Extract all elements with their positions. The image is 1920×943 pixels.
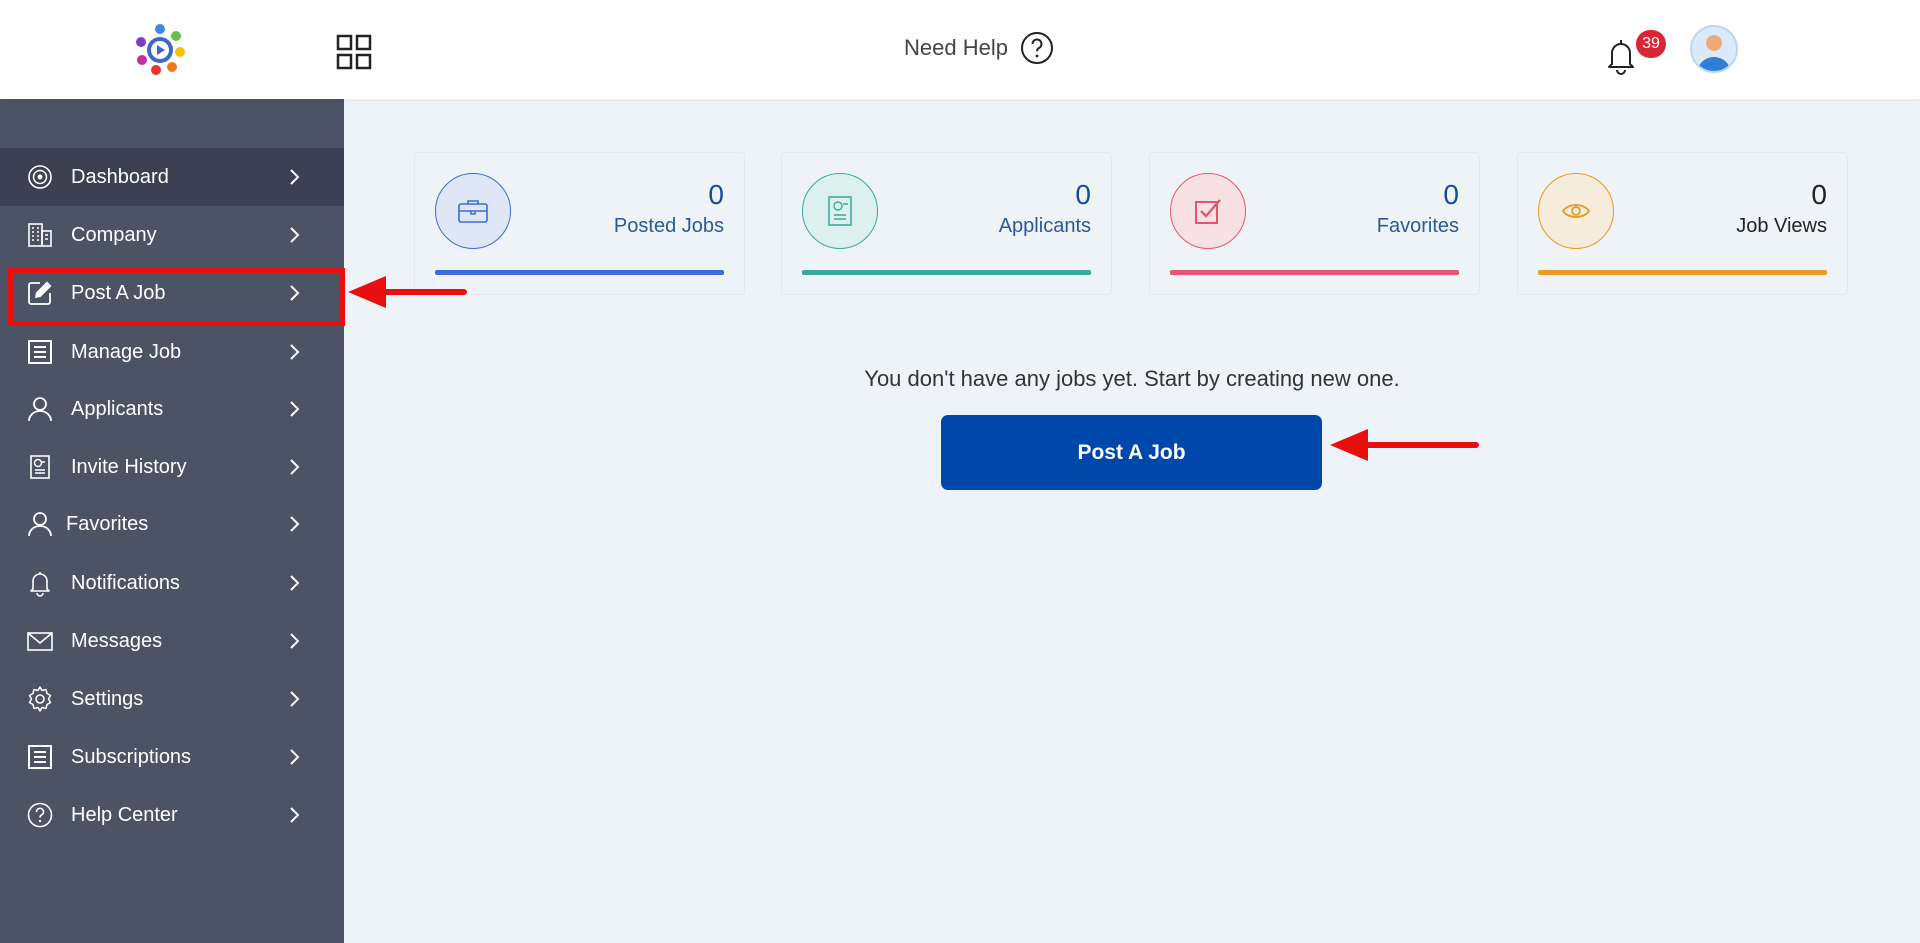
sidebar-item-dashboard[interactable]: Dashboard <box>0 148 344 206</box>
stat-color-bar <box>435 270 724 275</box>
need-help-link[interactable]: Need Help <box>904 30 1054 66</box>
post-a-job-button[interactable]: Post A Job <box>941 415 1322 490</box>
sidebar-item-label: Manage Job <box>71 340 182 363</box>
stat-icon-circle <box>802 173 878 249</box>
top-header: Need Help 39 <box>0 0 1920 99</box>
stat-card-favorites[interactable]: 0 Favorites <box>1149 152 1480 295</box>
mail-icon <box>27 632 53 651</box>
sidebar-item-favorites[interactable]: Favorites <box>0 495 344 553</box>
annotation-arrow-button <box>1330 429 1479 461</box>
empty-state-message: You don't have any jobs yet. Start by cr… <box>864 366 1400 391</box>
chevron-right-icon <box>290 749 300 765</box>
chevron-right-icon <box>290 633 300 649</box>
sidebar-item-help-center[interactable]: Help Center <box>0 786 344 844</box>
sidebar-item-label: Post A Job <box>71 281 166 304</box>
sidebar-item-subscriptions[interactable]: Subscriptions <box>0 728 344 786</box>
sidebar-item-post-a-job[interactable]: Post A Job <box>0 264 344 322</box>
chevron-right-icon <box>290 691 300 707</box>
stat-card-applicants[interactable]: 0 Applicants <box>781 152 1112 295</box>
sidebar-item-label: Subscriptions <box>71 745 192 768</box>
notification-bell-icon[interactable] <box>1604 36 1638 76</box>
sidebar-item-company[interactable]: Company <box>0 206 344 264</box>
sidebar-item-label: Company <box>71 223 157 246</box>
need-help-label: Need Help <box>904 35 1008 60</box>
sidebar-item-label: Dashboard <box>71 165 169 188</box>
sidebar-item-invite-history[interactable]: Invite History <box>0 438 344 496</box>
stat-value: 0 <box>1811 179 1827 210</box>
briefcase-icon <box>458 200 488 223</box>
resume-icon <box>828 196 852 226</box>
chevron-right-icon <box>290 516 300 532</box>
stat-icon-circle <box>1538 173 1614 249</box>
stat-value: 0 <box>1075 179 1091 210</box>
sidebar-item-label: Invite History <box>71 455 187 478</box>
list-icon <box>28 340 52 364</box>
sidebar-item-label: Messages <box>71 629 163 652</box>
stat-card-job-views[interactable]: 0 Job Views <box>1517 152 1848 295</box>
sidebar-item-manage-job[interactable]: Manage Job <box>0 323 344 381</box>
building-icon <box>28 223 52 247</box>
apps-grid-icon[interactable] <box>336 34 372 70</box>
chevron-right-icon <box>290 344 300 360</box>
sidebar-item-settings[interactable]: Settings <box>0 670 344 728</box>
notification-count-badge: 39 <box>1636 30 1666 58</box>
stat-label: Favorites <box>1376 215 1459 237</box>
sidebar-item-label: Settings <box>71 687 144 710</box>
chevron-right-icon <box>290 169 300 185</box>
bell-icon <box>30 572 50 597</box>
stat-color-bar <box>1170 270 1459 275</box>
sidebar-item-label: Notifications <box>71 571 180 594</box>
sidebar-item-notifications[interactable]: Notifications <box>0 554 344 612</box>
chevron-right-icon <box>290 227 300 243</box>
stat-value: 0 <box>1443 179 1459 210</box>
question-circle-icon <box>1020 32 1053 64</box>
chevron-right-icon <box>290 807 300 823</box>
stat-label: Posted Jobs <box>613 215 724 237</box>
logo-icon[interactable] <box>134 22 186 76</box>
chevron-right-icon <box>290 401 300 417</box>
question-icon <box>27 802 53 828</box>
stat-label: Applicants <box>998 215 1091 237</box>
edit-icon <box>28 281 52 305</box>
user-avatar[interactable] <box>1690 25 1738 73</box>
stat-icon-circle <box>435 173 511 249</box>
gear-icon <box>28 686 52 712</box>
sidebar: Dashboard Company Post A Job Manage Job … <box>0 99 344 943</box>
eye-icon <box>1561 204 1591 218</box>
checkbox-icon <box>1195 199 1221 224</box>
user-icon <box>28 397 52 422</box>
avatar-person-icon <box>1698 35 1730 71</box>
stat-value: 0 <box>708 179 724 210</box>
list-icon <box>28 745 52 769</box>
stat-color-bar <box>1538 270 1827 275</box>
dashboard-icon <box>28 165 52 189</box>
chevron-right-icon <box>290 285 300 301</box>
stat-card-posted-jobs[interactable]: 0 Posted Jobs <box>414 152 745 295</box>
chevron-right-icon <box>290 575 300 591</box>
stat-icon-circle <box>1170 173 1246 249</box>
sidebar-item-label: Applicants <box>71 397 164 420</box>
stat-label: Job Views <box>1736 215 1827 237</box>
sidebar-item-label: Help Center <box>71 803 178 826</box>
stat-color-bar <box>802 270 1091 275</box>
invite-doc-icon <box>30 455 50 479</box>
sidebar-item-label: Favorites <box>66 512 149 535</box>
user-icon <box>28 512 52 537</box>
chevron-right-icon <box>290 459 300 475</box>
sidebar-item-applicants[interactable]: Applicants <box>0 380 344 438</box>
sidebar-item-messages[interactable]: Messages <box>0 612 344 670</box>
